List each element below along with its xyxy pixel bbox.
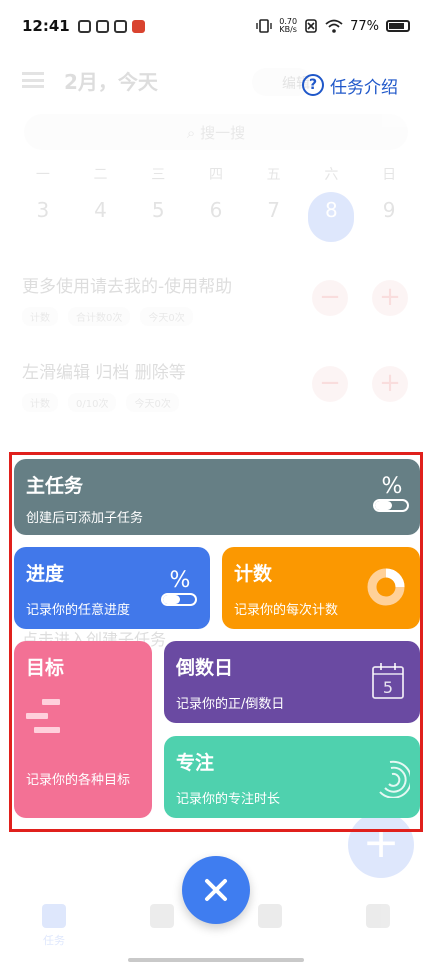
weekday-label: 六	[324, 167, 339, 183]
notification-app-icon	[77, 19, 91, 33]
close-button[interactable]	[182, 856, 250, 924]
date-cell: 5	[151, 198, 165, 222]
nav-label-tasks: 任务	[43, 934, 65, 947]
status-bar: 12:41 0.70 KB/s 77%	[0, 0, 432, 52]
nav-item-tasks: 任务	[42, 904, 66, 964]
tiktok-icon	[113, 19, 127, 33]
close-icon	[205, 879, 227, 901]
date-row: 3 4 5 6 7 8 9	[0, 192, 432, 242]
card-main-task[interactable]: 主任务 创建后可添加子任务 %	[14, 459, 420, 535]
date-cell: 6	[209, 198, 223, 222]
header-title: 2月，今天	[64, 70, 158, 94]
donut-chart-icon	[367, 568, 405, 606]
weekday-label: 日	[382, 167, 397, 183]
network-speed-unit: KB/s	[279, 25, 297, 34]
notification-app-icon	[131, 19, 145, 33]
plus-icon: +	[372, 366, 408, 402]
task-item: 更多使用请去我的-使用帮助 计数 合计数0次 今天0次	[22, 272, 412, 332]
task-tag: 0/10次	[68, 393, 117, 412]
card-focus[interactable]: 专注 记录你的专注时长	[164, 736, 420, 818]
status-time: 12:41	[22, 17, 70, 35]
svg-text:%: %	[382, 474, 403, 499]
date-cell: 4	[94, 198, 107, 222]
gantt-bars-icon	[26, 699, 60, 733]
card-title: 倒数日	[176, 657, 234, 679]
pie-chart-icon	[258, 904, 282, 928]
status-indicators: 0.70 KB/s 77%	[256, 18, 410, 34]
no-sim-icon	[305, 19, 317, 33]
card-count[interactable]: 计数 记录你的每次计数	[222, 547, 420, 629]
card-goal[interactable]: 目标 记录你的各种目标	[14, 641, 152, 818]
task-tag: 今天0次	[140, 307, 193, 326]
task-tag: 合计数0次	[68, 307, 131, 326]
user-icon	[366, 904, 390, 928]
search-placeholder: 搜一搜	[200, 124, 246, 142]
battery-percent: 77%	[350, 18, 379, 34]
weekday-label: 一	[35, 167, 50, 183]
task-intro-link[interactable]: ? 任务介绍	[302, 72, 398, 98]
weekday-row: 一 二 三 四 五 六 日	[0, 164, 432, 188]
concentric-arcs-icon	[379, 760, 410, 798]
card-desc: 记录你的专注时长	[176, 792, 281, 807]
card-desc: 创建后可添加子任务	[26, 511, 144, 526]
card-progress[interactable]: 进度 记录你的任意进度 %	[14, 547, 210, 629]
task-tag: 今天0次	[126, 393, 179, 412]
minus-icon: −	[312, 366, 348, 402]
list-icon	[150, 904, 174, 928]
grid-icon	[42, 904, 66, 928]
date-cell: 9	[382, 198, 396, 222]
date-cell: 7	[267, 198, 281, 222]
task-tag: 计数	[22, 307, 58, 326]
weekday-label: 四	[208, 167, 223, 183]
network-speed: 0.70 KB/s	[279, 18, 297, 34]
card-countdown[interactable]: 倒数日 记录你的正/倒数日 5	[164, 641, 420, 723]
percent-toggle-icon: %	[373, 474, 409, 512]
svg-text:%: %	[170, 568, 191, 593]
search-bar: ⌕ 搜一搜	[24, 114, 408, 150]
status-app-icons	[77, 19, 145, 33]
card-title: 主任务	[26, 475, 84, 497]
card-title: 专注	[176, 752, 215, 774]
minus-icon: −	[312, 280, 348, 316]
task-intro-label: 任务介绍	[330, 77, 398, 98]
task-tag: 计数	[22, 393, 58, 412]
card-title: 进度	[26, 563, 65, 585]
menu-icon	[22, 72, 44, 88]
weekday-label: 五	[266, 167, 281, 183]
date-cell-today: 8	[308, 192, 355, 242]
card-desc: 记录你的任意进度	[26, 603, 131, 618]
task-tags: 计数 0/10次 今天0次	[22, 393, 412, 412]
card-desc: 记录你的每次计数	[234, 603, 339, 618]
wifi-icon	[325, 19, 343, 33]
search-icon: ⌕	[186, 124, 201, 142]
calendar-icon: 5	[372, 663, 404, 699]
task-title: 更多使用请去我的-使用帮助	[22, 277, 233, 297]
home-indicator	[128, 958, 304, 962]
task-title: 左滑编辑 归档 删除等	[22, 363, 186, 383]
vibrate-icon	[256, 19, 272, 33]
card-title: 目标	[26, 657, 65, 679]
notification-app-icon	[95, 19, 109, 33]
card-desc: 记录你的各种目标	[26, 773, 131, 788]
card-desc: 记录你的正/倒数日	[176, 697, 285, 712]
date-cell: 3	[36, 198, 50, 222]
task-tags: 计数 合计数0次 今天0次	[22, 307, 412, 326]
task-item: 左滑编辑 归档 删除等 计数 0/10次 今天0次	[22, 358, 412, 418]
weekday-label: 三	[151, 167, 166, 183]
battery-icon	[386, 20, 410, 32]
weekday-label: 二	[93, 167, 108, 183]
plus-icon: +	[372, 280, 408, 316]
calendar-day: 5	[383, 678, 393, 697]
question-circle-icon: ?	[302, 74, 324, 96]
card-title: 计数	[234, 563, 273, 585]
percent-toggle-icon: %	[161, 568, 197, 606]
